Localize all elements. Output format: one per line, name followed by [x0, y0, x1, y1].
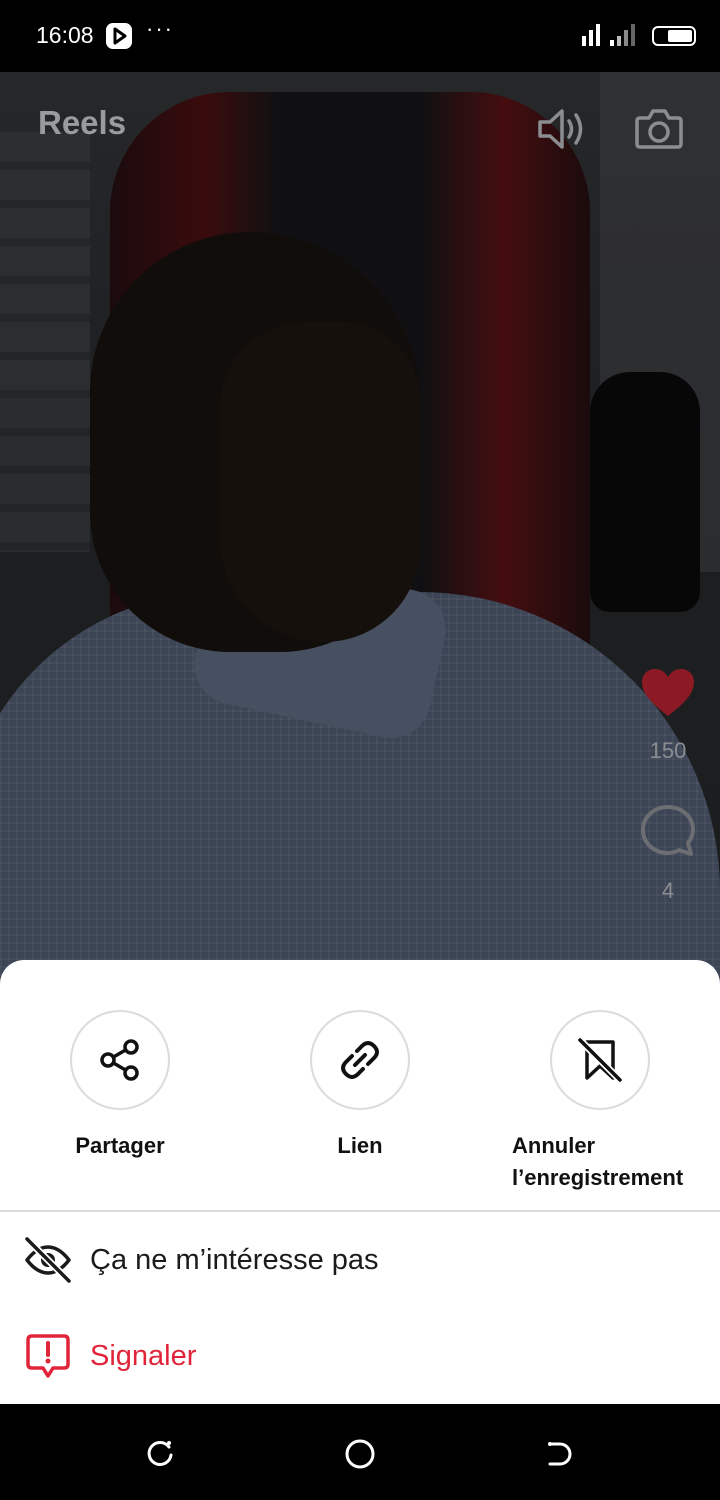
back-icon[interactable]: [544, 1438, 576, 1470]
comment-icon[interactable]: [640, 804, 696, 863]
link-label: Lien: [337, 1133, 383, 1158]
share-icon[interactable]: [70, 1010, 170, 1110]
unsave-bookmark-icon[interactable]: [550, 1010, 650, 1110]
not-interested-item[interactable]: Ça ne m’intéresse pas: [0, 1220, 720, 1300]
not-interested-label: Ça ne m’intéresse pas: [90, 1243, 379, 1276]
unsave-label-line2: l’enregistrement: [512, 1165, 684, 1190]
options-bottom-sheet: Partager Lien Annuler l’enregistrement Ç…: [0, 960, 720, 1404]
signal-icon: [582, 22, 642, 53]
battery-icon: [652, 26, 696, 46]
like-count: 150: [649, 738, 687, 763]
speaker-icon[interactable]: [536, 104, 588, 159]
unsave-label-line1: Annuler: [512, 1133, 596, 1158]
unsave-label: Annuler l’enregistrement: [480, 1130, 720, 1194]
share-button[interactable]: Partager: [0, 1010, 240, 1162]
unsave-button[interactable]: Annuler l’enregistrement: [480, 1010, 720, 1194]
report-label: Signaler: [90, 1339, 197, 1372]
eye-off-icon: [24, 1236, 72, 1284]
home-icon[interactable]: [344, 1438, 376, 1470]
play-app-icon: [106, 23, 132, 49]
status-more-dots: ···: [146, 16, 174, 41]
video-dim-overlay: [0, 72, 720, 1072]
report-item[interactable]: Signaler: [0, 1316, 720, 1396]
report-icon: [24, 1332, 72, 1380]
share-label: Partager: [75, 1133, 165, 1158]
comment-count: 4: [661, 878, 675, 903]
system-nav-bar: [0, 1404, 720, 1500]
reel-video[interactable]: [0, 72, 720, 1072]
recent-apps-icon[interactable]: [144, 1438, 176, 1470]
camera-icon[interactable]: [634, 104, 684, 157]
copy-link-button[interactable]: Lien: [240, 1010, 480, 1162]
status-bar: 16:08 ···: [0, 0, 720, 72]
page-title: Reels: [38, 104, 127, 141]
status-time: 16:08: [36, 22, 94, 48]
divider: [0, 1210, 720, 1212]
link-icon[interactable]: [310, 1010, 410, 1110]
heart-icon[interactable]: [640, 668, 696, 723]
